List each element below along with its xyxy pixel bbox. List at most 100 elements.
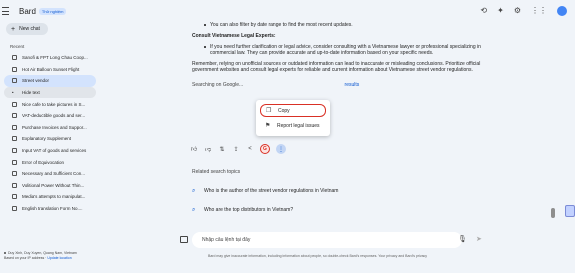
sidebar-item[interactable]: Error of Equivocation — [4, 156, 96, 168]
sidebar-item[interactable]: Necessary and Sufficient Con... — [4, 168, 96, 180]
response-content: You can also filter by date range to fin… — [192, 22, 482, 88]
searching-status: Searching on Google... results — [192, 82, 482, 88]
response-bullet: You can also filter by date range to fin… — [192, 22, 482, 28]
sidebar-item-label: VAT-deductible goods and ser... — [22, 113, 86, 119]
sidebar-item-label: Hide text — [22, 90, 40, 96]
response-heading: Consult Vietnamese Legal Experts: — [192, 33, 276, 40]
chat-icon — [12, 182, 17, 188]
sidebar-item-label: English translation Form No.... — [22, 206, 83, 212]
microphone-icon[interactable]: 🎙︎ — [458, 235, 467, 243]
send-icon[interactable]: ➤ — [476, 235, 482, 243]
thumbs-up-icon[interactable]: 👍︎ — [190, 145, 198, 153]
chat-icon — [12, 206, 17, 212]
sidebar-item[interactable]: Volitional Power Without Thin... — [4, 180, 96, 192]
chat-icon — [12, 78, 17, 84]
avatar[interactable] — [557, 6, 567, 16]
pin-icon: • — [12, 90, 14, 96]
location-basis: Based on your IP address · — [4, 256, 48, 260]
sidebar-item-label: Hot Air Balloon Sunset Flight — [22, 66, 80, 72]
location-text: Duy Xinh, Duy Xuyen, Quang Nam, Vietnam — [8, 251, 77, 255]
sidebar: + New chat Recent Sanofi & FPT Long Chau… — [0, 22, 98, 273]
chat-icon — [12, 66, 17, 72]
sidebar-item-active[interactable]: Street vendor — [4, 75, 96, 87]
sidebar-item[interactable]: Sanofi & FPT Long Chau Coop... — [4, 52, 96, 64]
chat-icon — [12, 124, 17, 130]
sidebar-item[interactable]: Nice cafe to take pictures in S... — [4, 98, 96, 110]
sidebar-item-label: Media's attempts to manipulat... — [22, 194, 86, 200]
menu-icon[interactable] — [2, 5, 14, 17]
sidebar-item[interactable]: Input VAT of goods and services — [4, 145, 96, 157]
copy-icon: ❐ — [266, 108, 272, 114]
recent-heading: Recent — [10, 44, 25, 49]
thumbs-down-icon[interactable]: 👎︎ — [204, 145, 212, 153]
sidebar-item[interactable]: VAT-deductible goods and ser... — [4, 110, 96, 122]
prompt-placeholder: Nhập câu lệnh tại đây — [202, 237, 251, 243]
related-query[interactable]: ⌕ Who is the author of the street vendor… — [192, 185, 338, 197]
copy-menu-item[interactable]: ❐ Copy — [260, 104, 326, 117]
report-menu-item[interactable]: ⚑ Report legal issues — [260, 119, 330, 132]
brand-title: Bard — [19, 6, 36, 16]
results-link[interactable]: results — [345, 82, 360, 88]
extensions-icon[interactable]: ✦ — [497, 6, 504, 16]
sidebar-item-label: Nice cafe to take pictures in S... — [22, 101, 86, 107]
new-chat-button[interactable]: + New chat — [6, 23, 48, 35]
sidebar-item[interactable]: English translation Form No.... — [4, 203, 96, 215]
sidebar-item-label: Volitional Power Without Thin... — [22, 182, 85, 188]
related-query[interactable]: ⌕ Who are the top distributors in Vietna… — [192, 204, 293, 216]
google-check-icon[interactable]: G — [260, 144, 270, 154]
chat-icon — [12, 136, 17, 142]
scrollbar[interactable] — [551, 208, 555, 218]
share-icon[interactable]: < — [246, 145, 254, 153]
context-menu: ❐ Copy ⚑ Report legal issues — [256, 100, 330, 136]
related-query-label: Who are the top distributors in Vietnam? — [204, 207, 294, 213]
related-query-label: Who is the author of the street vendor r… — [204, 188, 339, 194]
sidebar-item-label: Purchase Invoices and Suppor... — [22, 124, 87, 130]
chat-icon — [12, 148, 17, 154]
search-icon: ⌕ — [192, 187, 196, 194]
new-chat-label: New chat — [19, 26, 40, 32]
chat-icon — [12, 171, 17, 177]
response-bullet: If you need further clarification or leg… — [192, 44, 482, 57]
sidebar-item-label: Sanofi & FPT Long Chau Coop... — [22, 55, 88, 61]
sidebar-item-label: Necessary and Sufficient Con... — [22, 171, 85, 177]
searching-text: Searching on Google... — [192, 81, 245, 88]
modify-icon[interactable]: ⇅ — [218, 145, 226, 153]
export-icon[interactable]: ⇪ — [232, 145, 240, 153]
history-icon[interactable]: ⟲ — [480, 6, 487, 16]
chat-icon — [12, 55, 17, 61]
prompt-input[interactable]: Nhập câu lệnh tại đây — [192, 232, 462, 248]
top-bar: Bard Thử nghiệm ⟲ ✦ ⚙ ⋮⋮ — [0, 0, 575, 22]
report-label: Report legal issues — [277, 122, 320, 129]
disclaimer: Bard may give inaccurate information, in… — [208, 254, 428, 258]
response-actions: 👍︎ 👎︎ ⇅ ⇪ < G ⋮ — [190, 144, 286, 154]
update-location-link[interactable]: Update location — [47, 256, 71, 260]
chat-icon — [12, 194, 17, 200]
sidebar-item-label: Street vendor — [22, 78, 50, 84]
chat-icon — [12, 101, 17, 107]
chat-icon — [12, 113, 17, 119]
sidebar-item[interactable]: Purchase Invoices and Suppor... — [4, 122, 96, 134]
related-heading: Related search topics — [192, 169, 241, 175]
main-panel: You can also filter by date range to fin… — [102, 22, 567, 273]
more-options-icon[interactable]: ⋮ — [276, 144, 286, 154]
sidebar-item[interactable]: • Hide text — [4, 86, 96, 99]
recent-list: Sanofi & FPT Long Chau Coop... Hot Air B… — [4, 52, 96, 214]
settings-icon[interactable]: ⚙ — [514, 6, 521, 16]
apps-grid-icon[interactable]: ⋮⋮ — [531, 6, 547, 16]
location-dot-icon — [4, 252, 6, 255]
experiment-badge: Thử nghiệm — [38, 7, 67, 15]
sidebar-item-label: Explanatory Supplement — [22, 136, 72, 142]
sidebar-item[interactable]: Hot Air Balloon Sunset Flight — [4, 64, 96, 76]
sidebar-item[interactable]: Explanatory Supplement — [4, 133, 96, 145]
image-upload-icon[interactable] — [180, 236, 188, 243]
flag-icon: ⚑ — [265, 123, 271, 129]
sidebar-item-label: Error of Equivocation — [22, 159, 65, 165]
top-icons: ⟲ ✦ ⚙ ⋮⋮ — [480, 6, 567, 16]
search-icon: ⌕ — [192, 206, 196, 213]
plus-icon: + — [11, 25, 16, 33]
extension-panel-icon[interactable] — [565, 205, 575, 217]
sidebar-item[interactable]: Media's attempts to manipulat... — [4, 191, 96, 203]
location-info: Duy Xinh, Duy Xuyen, Quang Nam, Vietnam … — [4, 251, 77, 261]
copy-label: Copy — [278, 107, 290, 114]
chat-icon — [12, 159, 17, 165]
